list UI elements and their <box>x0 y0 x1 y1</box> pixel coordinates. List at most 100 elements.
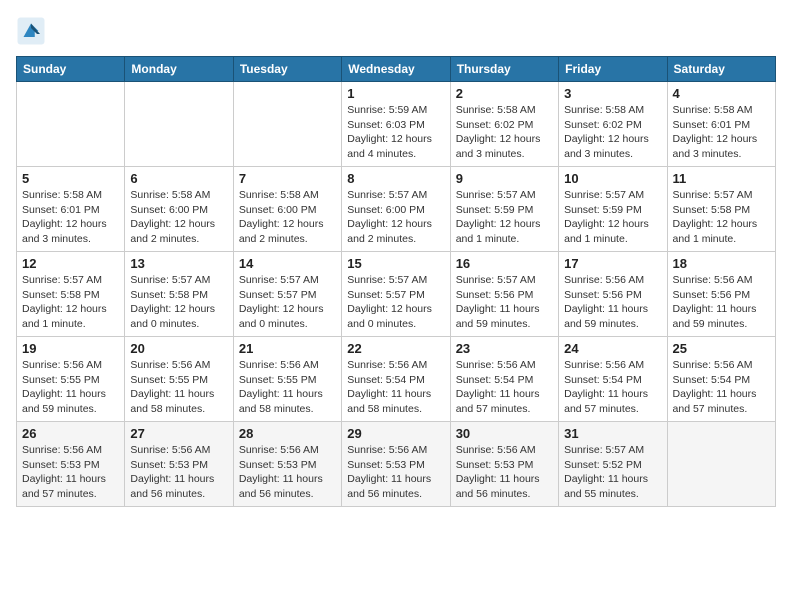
day-number: 12 <box>22 256 119 271</box>
day-number: 23 <box>456 341 553 356</box>
calendar-cell: 28Sunrise: 5:56 AM Sunset: 5:53 PM Dayli… <box>233 422 341 507</box>
calendar-cell: 23 Sunrise: 5:56 AM Sunset: 5:54 PM Dayli… <box>450 337 558 422</box>
day-number: 1 <box>347 86 444 101</box>
day-info: Sunrise: 5:57 AM Sunset: 5:57 PM Dayligh… <box>347 273 444 332</box>
day-info: Sunrise: 5:56 AM Sunset: 5:54 PM Dayligh… <box>456 358 553 417</box>
calendar-cell: 10Sunrise: 5:57 AM Sunset: 5:59 PM Dayli… <box>559 167 667 252</box>
day-number: 8 <box>347 171 444 186</box>
day-info: Sunrise: 5:56 AM Sunset: 5:53 PM Dayligh… <box>130 443 227 502</box>
day-info: Sunrise: 5:56 AM Sunset: 5:56 PM Dayligh… <box>564 273 661 332</box>
calendar-cell: 20 Sunrise: 5:56 AM Sunset: 5:55 PM Dayli… <box>125 337 233 422</box>
calendar-cell: 2 Sunrise: 5:58 AM Sunset: 6:02 PM Daylig… <box>450 82 558 167</box>
calendar-cell: 12 Sunrise: 5:57 AM Sunset: 5:58 PM Dayli… <box>17 252 125 337</box>
day-number: 20 <box>130 341 227 356</box>
day-number: 25 <box>673 341 770 356</box>
weekday-header-wednesday: Wednesday <box>342 57 450 82</box>
calendar-cell: 13 Sunrise: 5:57 AM Sunset: 5:58 PM Dayli… <box>125 252 233 337</box>
day-info: Sunrise: 5:57 AM Sunset: 5:57 PM Dayligh… <box>239 273 336 332</box>
day-number: 10 <box>564 171 661 186</box>
logo-icon <box>16 16 46 46</box>
calendar-cell: 11Sunrise: 5:57 AM Sunset: 5:58 PM Dayli… <box>667 167 775 252</box>
calendar-cell: 16 Sunrise: 5:57 AM Sunset: 5:56 PM Dayli… <box>450 252 558 337</box>
day-number: 9 <box>456 171 553 186</box>
calendar-cell: 19 Sunrise: 5:56 AM Sunset: 5:55 PM Dayli… <box>17 337 125 422</box>
day-info: Sunrise: 5:57 AM Sunset: 5:58 PM Dayligh… <box>22 273 119 332</box>
calendar-cell: 21 Sunrise: 5:56 AM Sunset: 5:55 PM Dayli… <box>233 337 341 422</box>
day-info: Sunrise: 5:56 AM Sunset: 5:54 PM Dayligh… <box>564 358 661 417</box>
day-number: 15 <box>347 256 444 271</box>
calendar-week-1: 1 Sunrise: 5:59 AM Sunset: 6:03 PM Daylig… <box>17 82 776 167</box>
day-info: Sunrise: 5:57 AM Sunset: 5:58 PM Dayligh… <box>673 188 770 247</box>
calendar-cell <box>667 422 775 507</box>
day-number: 18 <box>673 256 770 271</box>
day-info: Sunrise: 5:56 AM Sunset: 5:53 PM Dayligh… <box>456 443 553 502</box>
calendar-cell: 22 Sunrise: 5:56 AM Sunset: 5:54 PM Dayli… <box>342 337 450 422</box>
weekday-header-monday: Monday <box>125 57 233 82</box>
calendar-cell: 14 Sunrise: 5:57 AM Sunset: 5:57 PM Dayli… <box>233 252 341 337</box>
weekday-header-tuesday: Tuesday <box>233 57 341 82</box>
day-info: Sunrise: 5:56 AM Sunset: 5:54 PM Dayligh… <box>673 358 770 417</box>
day-number: 13 <box>130 256 227 271</box>
day-number: 14 <box>239 256 336 271</box>
day-number: 21 <box>239 341 336 356</box>
day-number: 17 <box>564 256 661 271</box>
day-number: 30 <box>456 426 553 441</box>
day-info: Sunrise: 5:57 AM Sunset: 5:58 PM Dayligh… <box>130 273 227 332</box>
page-header <box>16 16 776 46</box>
calendar-cell: 3 Sunrise: 5:58 AM Sunset: 6:02 PM Daylig… <box>559 82 667 167</box>
calendar-cell: 5 Sunrise: 5:58 AM Sunset: 6:01 PM Daylig… <box>17 167 125 252</box>
calendar-cell <box>125 82 233 167</box>
day-number: 28 <box>239 426 336 441</box>
calendar-week-2: 5 Sunrise: 5:58 AM Sunset: 6:01 PM Daylig… <box>17 167 776 252</box>
day-number: 24 <box>564 341 661 356</box>
day-number: 16 <box>456 256 553 271</box>
day-info: Sunrise: 5:57 AM Sunset: 5:59 PM Dayligh… <box>456 188 553 247</box>
day-info: Sunrise: 5:58 AM Sunset: 6:02 PM Dayligh… <box>456 103 553 162</box>
day-info: Sunrise: 5:56 AM Sunset: 5:54 PM Dayligh… <box>347 358 444 417</box>
calendar-cell: 9 Sunrise: 5:57 AM Sunset: 5:59 PM Daylig… <box>450 167 558 252</box>
day-number: 19 <box>22 341 119 356</box>
calendar-table: SundayMondayTuesdayWednesdayThursdayFrid… <box>16 56 776 507</box>
day-info: Sunrise: 5:57 AM Sunset: 5:56 PM Dayligh… <box>456 273 553 332</box>
calendar-cell: 15 Sunrise: 5:57 AM Sunset: 5:57 PM Dayli… <box>342 252 450 337</box>
day-info: Sunrise: 5:56 AM Sunset: 5:55 PM Dayligh… <box>22 358 119 417</box>
day-info: Sunrise: 5:58 AM Sunset: 6:02 PM Dayligh… <box>564 103 661 162</box>
calendar-cell: 7 Sunrise: 5:58 AM Sunset: 6:00 PM Daylig… <box>233 167 341 252</box>
calendar-cell: 26 Sunrise: 5:56 AM Sunset: 5:53 PM Dayli… <box>17 422 125 507</box>
day-info: Sunrise: 5:56 AM Sunset: 5:53 PM Dayligh… <box>347 443 444 502</box>
calendar-cell: 6 Sunrise: 5:58 AM Sunset: 6:00 PM Daylig… <box>125 167 233 252</box>
logo <box>16 16 50 46</box>
day-number: 2 <box>456 86 553 101</box>
calendar-cell: 18 Sunrise: 5:56 AM Sunset: 5:56 PM Dayli… <box>667 252 775 337</box>
calendar-cell: 17 Sunrise: 5:56 AM Sunset: 5:56 PM Dayli… <box>559 252 667 337</box>
day-number: 7 <box>239 171 336 186</box>
day-info: Sunrise: 5:58 AM Sunset: 6:00 PM Dayligh… <box>130 188 227 247</box>
calendar-cell: 27Sunrise: 5:56 AM Sunset: 5:53 PM Dayli… <box>125 422 233 507</box>
day-info: Sunrise: 5:59 AM Sunset: 6:03 PM Dayligh… <box>347 103 444 162</box>
day-number: 4 <box>673 86 770 101</box>
day-info: Sunrise: 5:58 AM Sunset: 6:01 PM Dayligh… <box>673 103 770 162</box>
weekday-header-sunday: Sunday <box>17 57 125 82</box>
day-number: 6 <box>130 171 227 186</box>
day-info: Sunrise: 5:57 AM Sunset: 5:52 PM Dayligh… <box>564 443 661 502</box>
day-info: Sunrise: 5:56 AM Sunset: 5:56 PM Dayligh… <box>673 273 770 332</box>
day-info: Sunrise: 5:58 AM Sunset: 6:01 PM Dayligh… <box>22 188 119 247</box>
calendar-cell: 4 Sunrise: 5:58 AM Sunset: 6:01 PM Daylig… <box>667 82 775 167</box>
calendar-cell: 8Sunrise: 5:57 AM Sunset: 6:00 PM Daylig… <box>342 167 450 252</box>
calendar-cell: 24 Sunrise: 5:56 AM Sunset: 5:54 PM Dayli… <box>559 337 667 422</box>
day-info: Sunrise: 5:56 AM Sunset: 5:55 PM Dayligh… <box>239 358 336 417</box>
day-info: Sunrise: 5:58 AM Sunset: 6:00 PM Dayligh… <box>239 188 336 247</box>
weekday-header-saturday: Saturday <box>667 57 775 82</box>
calendar-cell: 29 Sunrise: 5:56 AM Sunset: 5:53 PM Dayli… <box>342 422 450 507</box>
day-info: Sunrise: 5:56 AM Sunset: 5:55 PM Dayligh… <box>130 358 227 417</box>
day-number: 29 <box>347 426 444 441</box>
calendar-cell: 31Sunrise: 5:57 AM Sunset: 5:52 PM Dayli… <box>559 422 667 507</box>
day-number: 3 <box>564 86 661 101</box>
weekday-header-thursday: Thursday <box>450 57 558 82</box>
day-number: 22 <box>347 341 444 356</box>
calendar-cell <box>17 82 125 167</box>
day-info: Sunrise: 5:56 AM Sunset: 5:53 PM Dayligh… <box>22 443 119 502</box>
calendar-header: SundayMondayTuesdayWednesdayThursdayFrid… <box>17 57 776 82</box>
day-number: 26 <box>22 426 119 441</box>
day-number: 5 <box>22 171 119 186</box>
